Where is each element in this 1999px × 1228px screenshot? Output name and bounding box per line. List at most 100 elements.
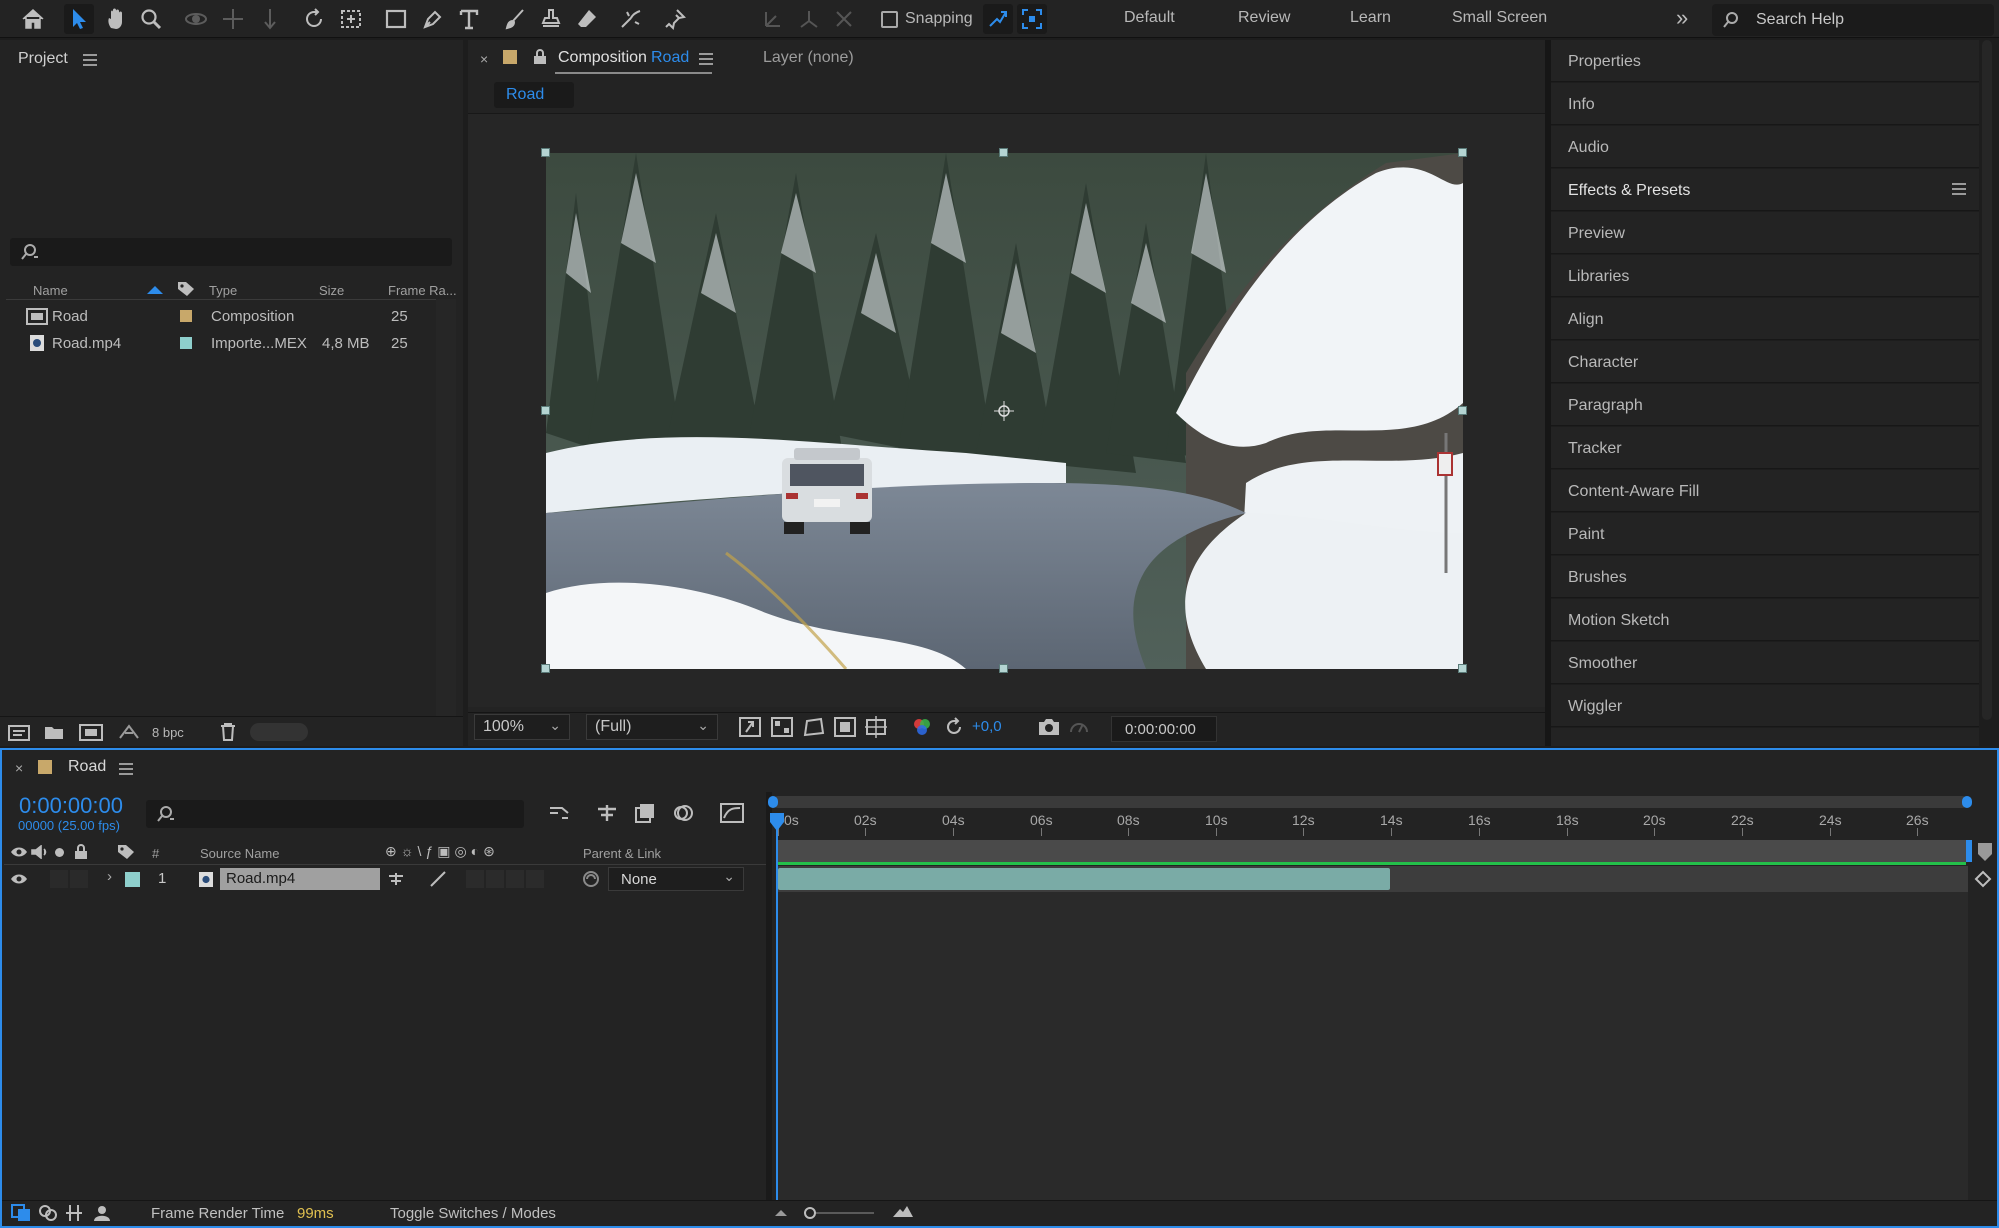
current-time-field[interactable]: 0:00:00:00 bbox=[1111, 716, 1217, 742]
transform-handle[interactable] bbox=[541, 148, 550, 157]
snapshot-camera-icon[interactable] bbox=[1038, 718, 1060, 736]
column-name[interactable]: Name bbox=[33, 283, 68, 298]
layer-visibility-icon[interactable] bbox=[10, 873, 28, 885]
transform-handle[interactable] bbox=[541, 406, 550, 415]
layer-name-field[interactable]: Road.mp4 bbox=[220, 868, 380, 890]
panel-smoother[interactable]: Smoother bbox=[1551, 642, 1979, 684]
channels-icon[interactable] bbox=[911, 717, 933, 737]
comp-tab-prefix[interactable]: Composition bbox=[558, 49, 647, 67]
axis-view-icon[interactable] bbox=[829, 4, 859, 34]
timeline-comp-name[interactable]: Road bbox=[68, 758, 106, 776]
workspace-default[interactable]: Default bbox=[1124, 9, 1175, 27]
zoom-out-icon[interactable] bbox=[774, 1207, 788, 1217]
frame-blending-icon[interactable] bbox=[634, 802, 656, 824]
project-menu-icon[interactable] bbox=[83, 54, 97, 66]
orbit-camera-icon[interactable] bbox=[181, 4, 211, 34]
parent-dropdown[interactable]: None ⌄ bbox=[608, 867, 744, 891]
layer-row[interactable]: › 1 Road.mp4 None ⌄ bbox=[4, 867, 766, 891]
composition-mini-flowchart-icon[interactable] bbox=[548, 803, 572, 823]
comp-menu-icon[interactable] bbox=[699, 53, 713, 65]
playhead-line[interactable] bbox=[776, 826, 778, 1200]
timeline-current-time[interactable]: 0:00:00:00 bbox=[19, 793, 123, 819]
reset-exposure-icon[interactable] bbox=[944, 717, 964, 737]
shy-switch-icon[interactable] bbox=[387, 871, 405, 887]
transfer-controls-toggle-icon[interactable] bbox=[38, 1204, 58, 1222]
work-area-end-handle[interactable] bbox=[1962, 796, 1972, 808]
project-row[interactable]: Road Composition 25 bbox=[0, 303, 456, 329]
panel-brushes[interactable]: Brushes bbox=[1551, 556, 1979, 598]
axis-local-icon[interactable] bbox=[758, 4, 788, 34]
close-tab-icon[interactable]: × bbox=[480, 51, 488, 67]
selection-tool-icon[interactable] bbox=[64, 4, 94, 34]
snap-edges-icon[interactable] bbox=[983, 4, 1013, 34]
fast-previews-icon[interactable] bbox=[739, 717, 761, 737]
layer-duration-bar[interactable] bbox=[778, 868, 1390, 890]
zoom-tool-icon[interactable] bbox=[136, 4, 166, 34]
panel-libraries[interactable]: Libraries bbox=[1551, 255, 1979, 297]
axis-world-icon[interactable] bbox=[794, 4, 824, 34]
roto-brush-tool-icon[interactable] bbox=[616, 4, 646, 34]
snapping-checkbox[interactable] bbox=[881, 11, 898, 28]
work-area-start-handle[interactable] bbox=[768, 796, 778, 808]
home-icon[interactable] bbox=[18, 4, 48, 34]
hand-tool-icon[interactable] bbox=[101, 4, 131, 34]
magnification-dropdown[interactable]: 100% ⌄ bbox=[474, 714, 570, 740]
draft-3d-icon[interactable] bbox=[596, 803, 618, 823]
comp-breadcrumb[interactable]: Road bbox=[494, 82, 574, 108]
project-scrollbar[interactable] bbox=[436, 299, 456, 719]
project-settings-icon[interactable] bbox=[117, 723, 141, 741]
panel-audio[interactable]: Audio bbox=[1551, 126, 1979, 168]
new-folder-icon[interactable] bbox=[44, 724, 64, 740]
clone-stamp-tool-icon[interactable] bbox=[536, 4, 566, 34]
layer-switches-toggle-icon[interactable] bbox=[11, 1204, 31, 1222]
label-tag-icon[interactable] bbox=[177, 281, 195, 297]
anchor-point-tool-icon[interactable] bbox=[337, 4, 367, 34]
snap-features-icon[interactable] bbox=[1017, 4, 1047, 34]
panel-wiggler[interactable]: Wiggler bbox=[1551, 685, 1979, 727]
graph-editor-icon[interactable] bbox=[720, 802, 744, 824]
panel-motion-sketch[interactable]: Motion Sketch bbox=[1551, 599, 1979, 641]
close-timeline-icon[interactable]: × bbox=[15, 760, 23, 776]
project-search-input[interactable] bbox=[10, 238, 452, 266]
workspace-review[interactable]: Review bbox=[1238, 9, 1290, 27]
render-time-toggle-icon[interactable] bbox=[92, 1204, 112, 1222]
brush-tool-icon[interactable] bbox=[500, 4, 530, 34]
workspace-overflow-icon[interactable]: » bbox=[1676, 5, 1688, 31]
bit-depth-label[interactable]: 8 bpc bbox=[152, 725, 184, 740]
layer-solo-toggle[interactable] bbox=[50, 870, 68, 888]
transform-handle[interactable] bbox=[1458, 406, 1467, 415]
trash-icon[interactable] bbox=[220, 723, 236, 741]
panel-properties[interactable]: Properties bbox=[1551, 40, 1979, 82]
label-color-swatch[interactable] bbox=[180, 310, 192, 322]
grid-guides-icon[interactable] bbox=[865, 716, 887, 738]
panel-effects-presets[interactable]: Effects & Presets bbox=[1551, 169, 1979, 211]
pan-camera-icon[interactable] bbox=[218, 4, 248, 34]
right-panel-scrollbar[interactable] bbox=[1982, 40, 1992, 720]
comp-tab-name[interactable]: Road bbox=[651, 49, 689, 67]
resolution-dropdown[interactable]: (Full) ⌄ bbox=[586, 714, 718, 740]
column-parent-link[interactable]: Parent & Link bbox=[583, 846, 661, 861]
layer-tab[interactable]: Layer (none) bbox=[763, 49, 854, 67]
transform-handle[interactable] bbox=[1458, 148, 1467, 157]
new-composition-icon[interactable] bbox=[79, 724, 103, 741]
workspace-learn[interactable]: Learn bbox=[1350, 9, 1391, 27]
timeline-menu-icon[interactable] bbox=[119, 763, 133, 775]
transform-handle[interactable] bbox=[999, 148, 1008, 157]
column-type[interactable]: Type bbox=[209, 283, 237, 298]
rectangle-tool-icon[interactable] bbox=[381, 4, 411, 34]
timeline-zoom-knob[interactable] bbox=[804, 1207, 816, 1219]
transparency-grid-icon[interactable] bbox=[771, 717, 793, 737]
layer-marker-icon[interactable] bbox=[1974, 870, 1994, 888]
panel-paragraph[interactable]: Paragraph bbox=[1551, 384, 1979, 426]
transform-handle[interactable] bbox=[1458, 664, 1467, 673]
lock-icon[interactable] bbox=[533, 49, 547, 65]
show-snapshot-icon[interactable] bbox=[1069, 718, 1089, 736]
toggle-switches-modes-button[interactable]: Toggle Switches / Modes bbox=[390, 1205, 556, 1222]
panel-character[interactable]: Character bbox=[1551, 341, 1979, 383]
work-area-bar[interactable] bbox=[772, 796, 1968, 808]
panel-preview[interactable]: Preview bbox=[1551, 212, 1979, 254]
eraser-tool-icon[interactable] bbox=[572, 4, 602, 34]
panel-align[interactable]: Align bbox=[1551, 298, 1979, 340]
effects-menu-icon[interactable] bbox=[1952, 183, 1966, 195]
in-out-toggle-icon[interactable] bbox=[64, 1204, 84, 1222]
